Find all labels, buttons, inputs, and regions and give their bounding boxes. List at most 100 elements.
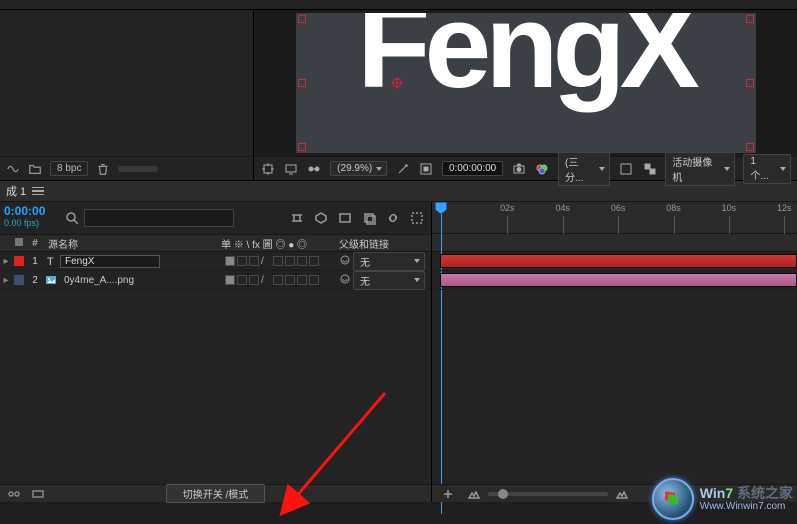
layer-name-editable[interactable]: FengX xyxy=(60,255,160,268)
timeline-current-time[interactable]: 0:00:00 0.00 fps) xyxy=(0,202,58,234)
resolution-dropdown[interactable]: (三分... xyxy=(558,152,610,186)
frame-blend-icon[interactable] xyxy=(337,210,353,226)
composition-frame[interactable]: FengX xyxy=(296,13,756,153)
thumbnail-size-slider[interactable] xyxy=(118,166,158,172)
layer-name: 0y4me_A....png xyxy=(60,275,138,286)
watermark: Win7 系统之家 Www.Winwin7.com xyxy=(652,478,793,520)
bbox-handle[interactable] xyxy=(746,79,754,87)
draft3d-icon[interactable] xyxy=(313,210,329,226)
layer-switches[interactable]: / xyxy=(223,256,339,266)
ruler-tick-label: 06s xyxy=(611,203,626,213)
bbox-handle[interactable] xyxy=(746,15,754,23)
timeline-column-header: # 源名称 单 ※ \ fx 圖 ◎ ● ◎ 父级和链接 xyxy=(0,234,431,252)
motion-blur-icon[interactable] xyxy=(361,210,377,226)
fps-label: 0.00 fps) xyxy=(4,218,54,228)
project-panel-footer: 8 bpc xyxy=(0,156,253,180)
ruler-tick-label: 04s xyxy=(556,203,571,213)
roi-icon[interactable] xyxy=(618,161,633,177)
reticle-icon[interactable] xyxy=(260,161,275,177)
timeline-track-row[interactable] xyxy=(432,252,797,271)
layer-row[interactable]: ▸ 1T FengX / 无 xyxy=(0,252,431,271)
parent-dropdown[interactable]: 无 xyxy=(353,252,425,271)
current-time-value: 0:00:00 xyxy=(4,204,54,218)
exposure-icon[interactable] xyxy=(395,161,410,177)
ruler-tick xyxy=(784,216,785,234)
parent-pickwhip-icon[interactable] xyxy=(339,273,353,288)
time-ruler[interactable]: 02s 04s 06s 08s 10s 12s xyxy=(432,202,797,234)
parent-pickwhip-icon[interactable] xyxy=(339,254,353,269)
layer-duration-bar[interactable] xyxy=(440,254,797,268)
zoom-in-mountain-icon xyxy=(614,486,630,502)
search-icon[interactable] xyxy=(64,210,80,226)
snapshot-icon[interactable] xyxy=(511,161,526,177)
layer-row[interactable]: ▸20y4me_A....png/无 xyxy=(0,271,431,290)
project-panel-strip xyxy=(0,0,797,10)
link-icon[interactable] xyxy=(385,210,401,226)
bpc-indicator[interactable]: 8 bpc xyxy=(50,161,88,176)
ruler-tick-label: 02s xyxy=(500,203,515,213)
ruler-tick xyxy=(563,216,564,234)
bbox-handle[interactable] xyxy=(746,143,754,151)
bbox-handle[interactable] xyxy=(298,15,306,23)
image-layer-icon xyxy=(44,273,58,287)
trash-icon[interactable] xyxy=(96,162,110,176)
timeline-left-footer: 切换开关 /模式 xyxy=(0,484,431,502)
layer-label-swatch[interactable] xyxy=(12,273,26,287)
svg-text:T: T xyxy=(47,256,54,267)
expand-chevron-icon[interactable]: ▸ xyxy=(0,275,12,286)
bbox-handle[interactable] xyxy=(298,143,306,151)
toggle-switches-icon[interactable] xyxy=(6,486,22,502)
viewer-canvas[interactable]: FengX xyxy=(254,10,797,156)
ruler-tick xyxy=(674,216,675,234)
fast-preview-icon[interactable] xyxy=(283,161,298,177)
text-layer-icon: T xyxy=(44,254,58,268)
layer-index: 1 xyxy=(26,256,44,267)
zoom-dropdown[interactable]: (29.9%) xyxy=(330,161,387,176)
timeline-right-pane: 02s 04s 06s 08s 10s 12s xyxy=(432,202,797,502)
toggle-modes-icon[interactable] xyxy=(30,486,46,502)
panel-menu-icon[interactable] xyxy=(32,187,44,196)
3d-glasses-icon[interactable] xyxy=(307,161,322,177)
watermark-text1a: Win xyxy=(700,485,726,501)
expand-chevron-icon[interactable]: ▸ xyxy=(0,256,12,267)
ruler-tick-label: 10s xyxy=(722,203,737,213)
channels-icon[interactable] xyxy=(535,161,550,177)
layer-duration-bar[interactable] xyxy=(440,273,797,287)
parent-dropdown[interactable]: 无 xyxy=(353,271,425,290)
col-label-icon[interactable] xyxy=(12,237,26,250)
comp-flow-icon[interactable] xyxy=(289,210,305,226)
mask-icon[interactable] xyxy=(419,161,434,177)
interpret-icon[interactable] xyxy=(6,162,20,176)
col-parent[interactable]: 父级和链接 xyxy=(335,236,431,251)
viewer-footer-bar: (29.9%) 0:00:00:00 (三分... 活动摄像机 1 个... xyxy=(254,156,797,180)
viewer-timecode[interactable]: 0:00:00:00 xyxy=(442,161,503,176)
layer-search-input[interactable] xyxy=(84,209,234,227)
timeline-zoom-slider[interactable] xyxy=(466,486,630,502)
render-icon[interactable] xyxy=(409,210,425,226)
col-index[interactable]: # xyxy=(26,238,44,249)
layer-label-swatch[interactable] xyxy=(12,254,26,268)
timeline-tab[interactable]: 成 1 xyxy=(6,183,26,199)
layer-switches[interactable]: / xyxy=(223,275,339,285)
ruler-tick-label: 12s xyxy=(777,203,792,213)
col-switches[interactable]: 单 ※ \ fx 圖 ◎ ● ◎ xyxy=(219,236,335,251)
timeline-track-row[interactable] xyxy=(432,271,797,290)
anchor-point-icon[interactable] xyxy=(391,77,403,89)
col-source-name[interactable]: 源名称 xyxy=(44,236,219,251)
views-dropdown[interactable]: 1 个... xyxy=(743,154,791,184)
ruler-tick xyxy=(618,216,619,234)
composition-viewer: FengX (29.9%) 0:00:00:00 (三分... 活 xyxy=(253,10,797,180)
watermark-url: Www.Winwin7.com xyxy=(700,501,793,512)
ruler-tick-label: 08s xyxy=(666,203,681,213)
comp-text-layer: FengX xyxy=(296,13,756,115)
watermark-text1b: 7 xyxy=(725,485,733,501)
folder-icon[interactable] xyxy=(28,162,42,176)
bbox-handle[interactable] xyxy=(298,79,306,87)
toggle-pane-icon[interactable] xyxy=(440,486,456,502)
project-panel: 8 bpc xyxy=(0,10,253,180)
camera-dropdown[interactable]: 活动摄像机 xyxy=(665,152,735,186)
watermark-logo-icon xyxy=(652,478,694,520)
watermark-tail: 系统之家 xyxy=(737,485,793,501)
transparency-icon[interactable] xyxy=(642,161,657,177)
toggle-switches-modes-button[interactable]: 切换开关 /模式 xyxy=(166,484,266,503)
